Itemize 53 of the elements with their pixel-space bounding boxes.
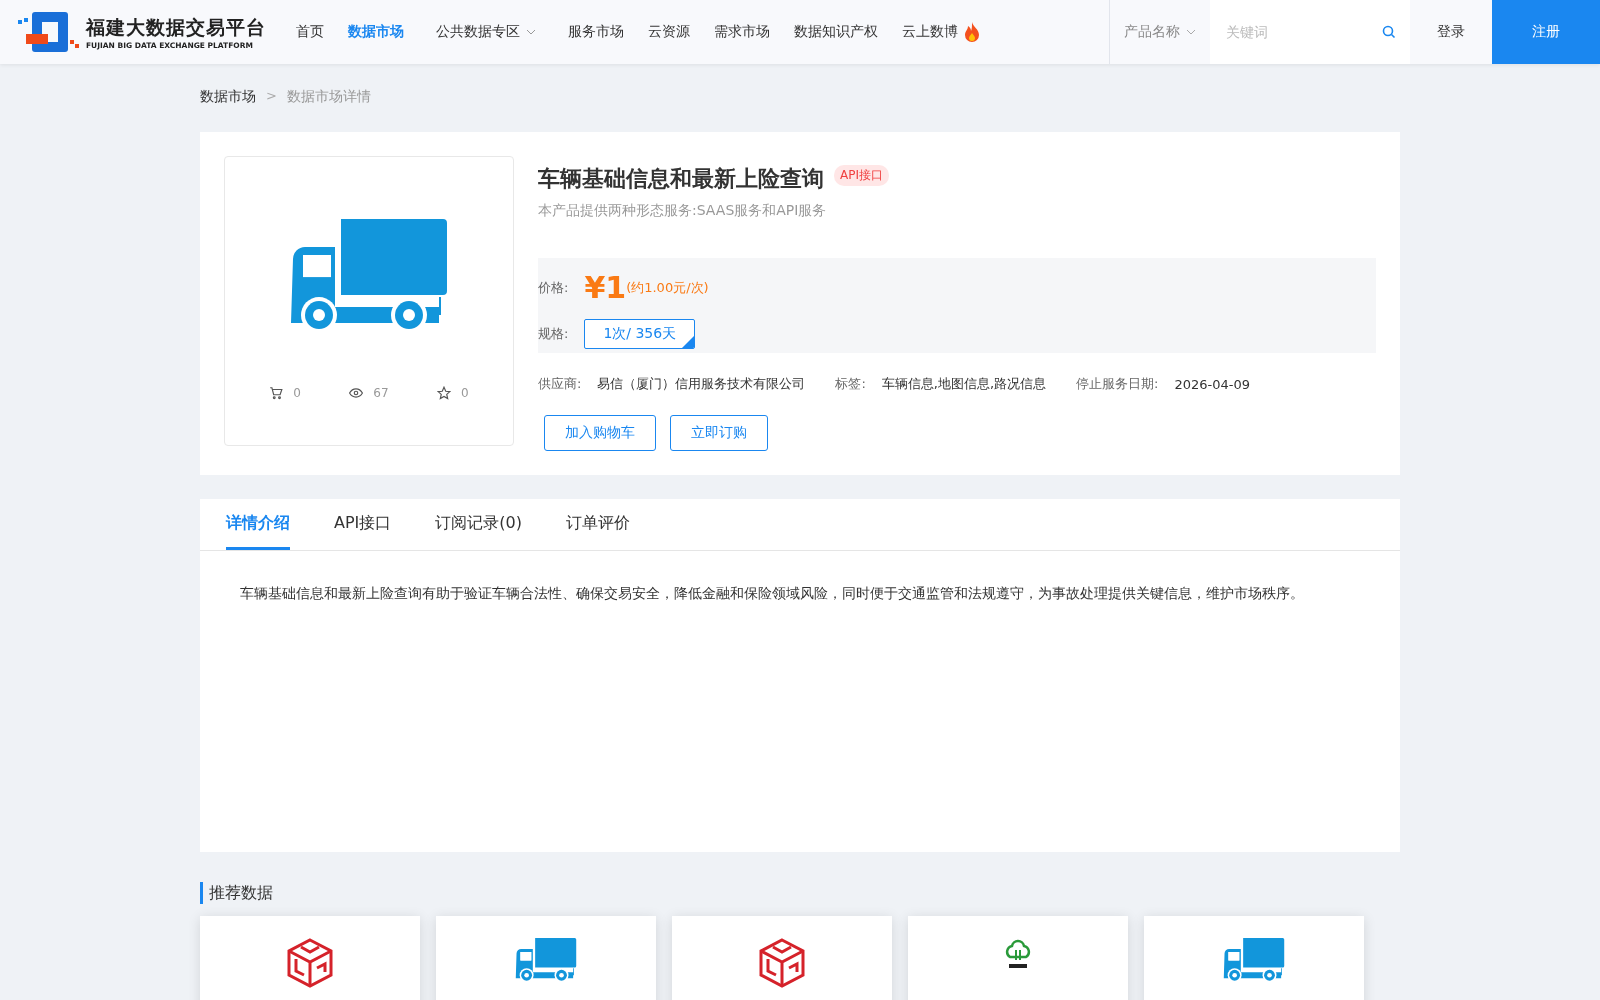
tab[interactable]: API接口	[334, 499, 392, 550]
recommendation-card[interactable]	[1144, 916, 1364, 1000]
register-button[interactable]: 注册	[1492, 0, 1600, 64]
cube-logo-icon	[759, 938, 805, 988]
login-button[interactable]: 登录	[1410, 0, 1492, 64]
category-select[interactable]: 产品名称	[1110, 0, 1210, 64]
nav-link[interactable]: 云资源	[648, 23, 690, 41]
nav-link[interactable]: 服务市场	[568, 23, 624, 41]
spec-option[interactable]: 1次/ 356天	[584, 319, 696, 349]
info-value: 易信（厦门）信用服务技术有限公司	[597, 375, 806, 393]
nav-link[interactable]: 公共数据专区	[436, 23, 536, 41]
breadcrumb-link[interactable]: 数据市场	[200, 88, 256, 106]
section-title: 推荐数据	[200, 882, 273, 904]
add-to-cart-button[interactable]: 加入购物车	[544, 415, 656, 451]
nav-link[interactable]: 首页	[296, 23, 324, 41]
nav-link[interactable]: 数据知识产权	[794, 23, 878, 41]
search-icon[interactable]	[1382, 25, 1396, 39]
spec-label: 规格:	[538, 325, 569, 343]
chevron-down-icon	[1186, 29, 1196, 35]
recommendation-card[interactable]	[200, 916, 420, 1000]
info-value: 车辆信息,地图信息,路况信息	[881, 375, 1047, 393]
tab[interactable]: 订单评价	[566, 499, 630, 550]
cube-logo-icon	[287, 938, 333, 988]
logo-title: 福建大数据交易平台	[86, 14, 266, 40]
nav-link[interactable]: 需求市场	[714, 23, 770, 41]
product-title: 车辆基础信息和最新上险查询	[538, 165, 824, 193]
eye-icon	[349, 386, 364, 401]
nav-link[interactable]: 数据市场	[348, 23, 404, 41]
api-tag: API接口	[834, 164, 889, 186]
recommendation-card[interactable]	[672, 916, 892, 1000]
info-label: 标签:	[835, 375, 866, 393]
truck-logo-icon	[1223, 938, 1285, 983]
stat-count: 67	[373, 386, 389, 401]
cart-icon	[269, 386, 284, 401]
stat-count: 0	[461, 386, 469, 401]
nav-link[interactable]: 云上数博	[902, 22, 980, 42]
price-label: 价格:	[538, 278, 569, 297]
description-text: 车辆基础信息和最新上险查询有助于验证车辆合法性、确保交易安全，降低金融和保险领域风险，同时便于交通监管和法规遵守，为事故处理提供关键信息，维护市场秩序。	[240, 585, 1305, 603]
recommendation-card[interactable]	[436, 916, 656, 1000]
star-icon	[437, 386, 452, 401]
stat-count: 0	[293, 386, 301, 401]
truck-logo-icon	[515, 938, 577, 983]
tab[interactable]: 订阅记录(0)	[435, 499, 522, 550]
breadcrumb-separator: >	[266, 88, 277, 105]
price-value: ¥1	[584, 270, 627, 305]
info-label: 供应商:	[538, 375, 582, 393]
order-button[interactable]: 立即订购	[670, 415, 768, 451]
logo-icon	[16, 10, 80, 54]
info-value: 2026-04-09	[1174, 376, 1250, 392]
price-note: (约1.00元/次)	[626, 278, 709, 297]
info-label: 停止服务日期:	[1076, 375, 1159, 393]
product-subtitle: 本产品提供两种形态服务:SAAS服务和API服务	[538, 202, 828, 220]
tab[interactable]: 详情介绍	[226, 499, 290, 550]
